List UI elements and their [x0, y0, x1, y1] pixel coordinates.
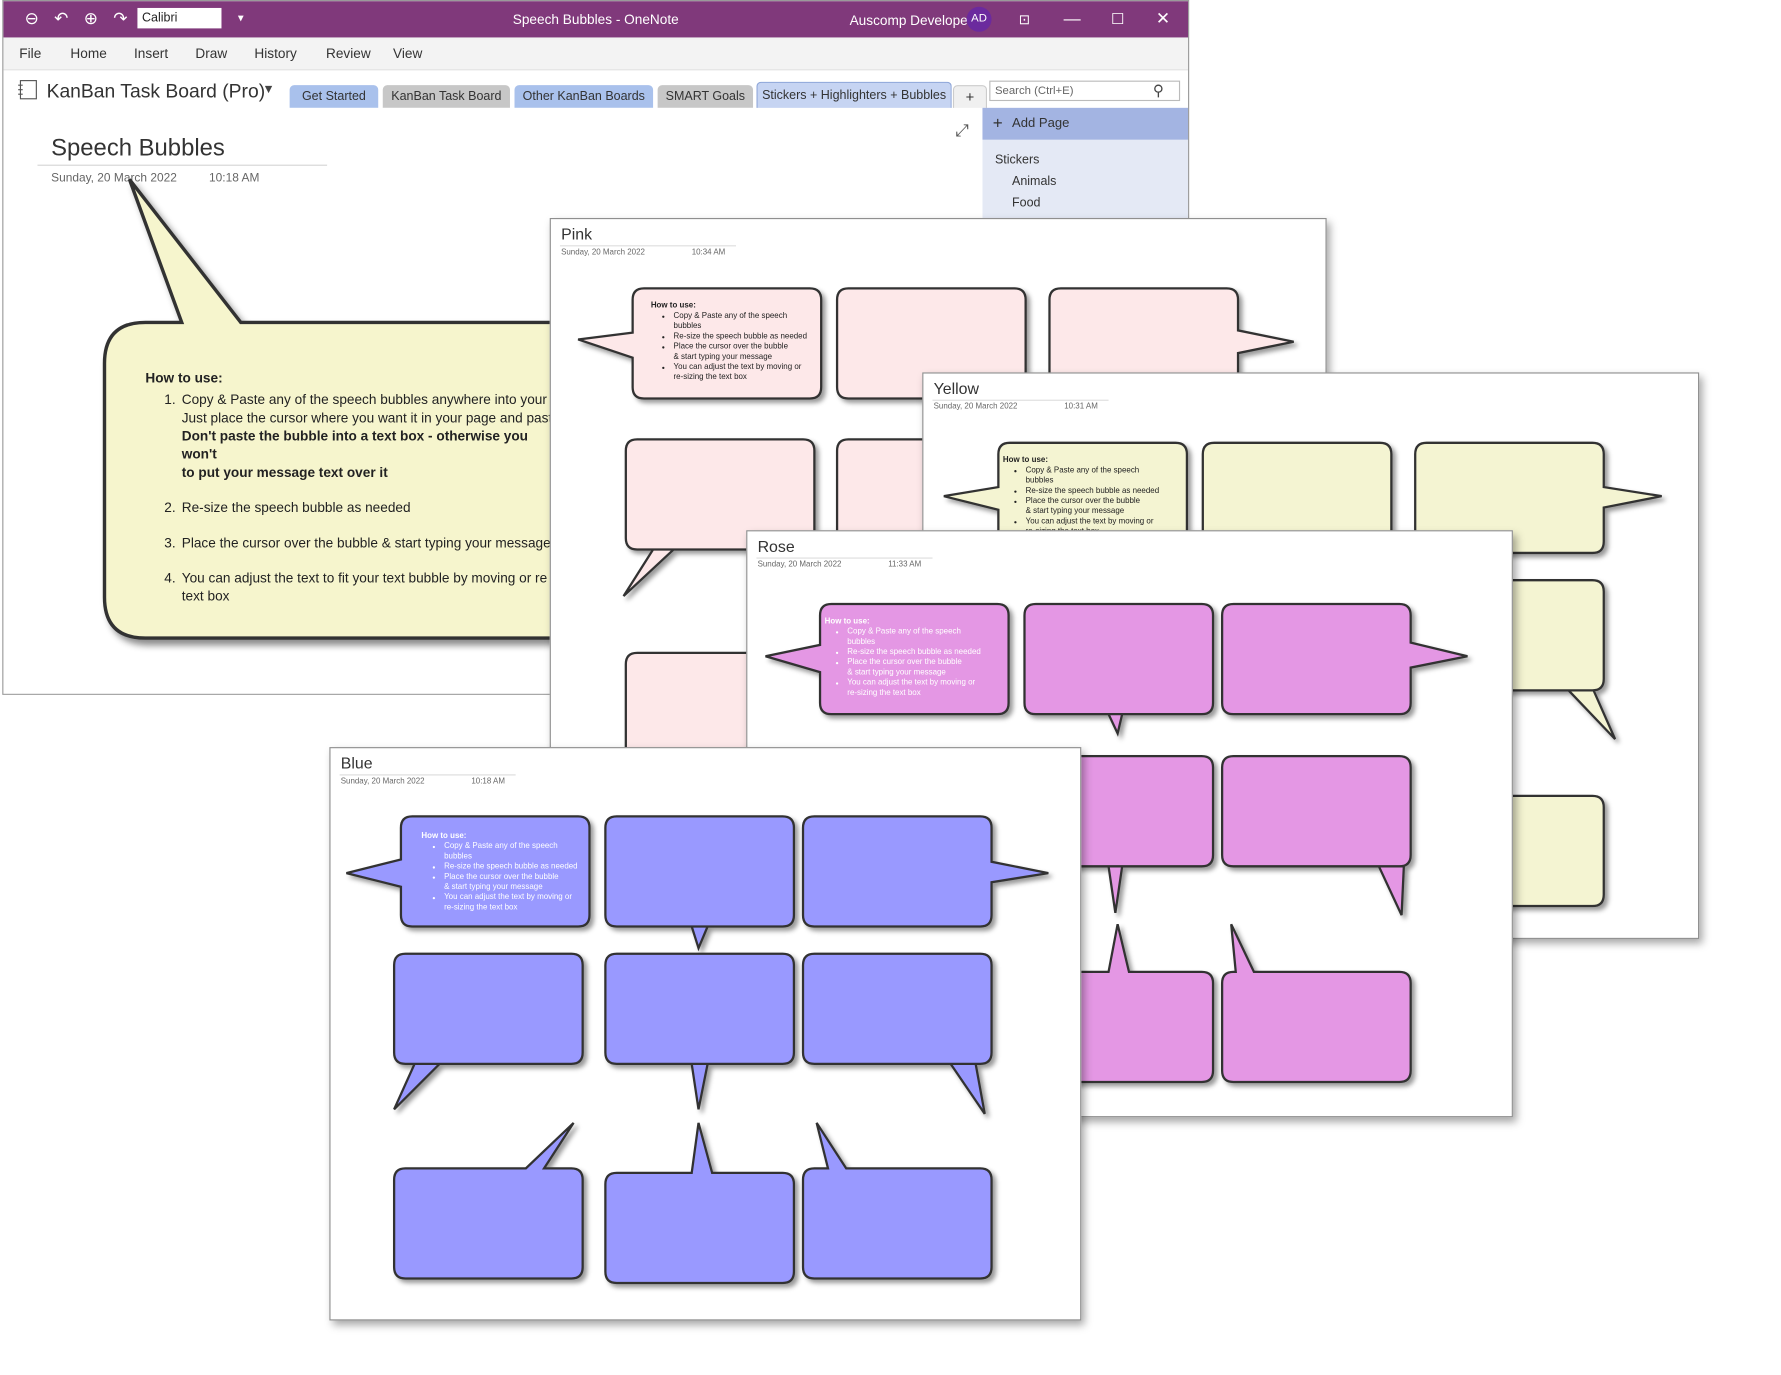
mini-howto: How to use:Copy & Paste any of the speec… — [1003, 455, 1185, 537]
mini-howto-item: You can adjust the text by moving orre-s… — [847, 678, 1006, 698]
mini-howto-title: How to use: — [824, 617, 870, 626]
mini-howto-item: Re-size the speech bubble as needed — [444, 862, 603, 872]
mini-howto-title: How to use: — [650, 302, 696, 310]
mini-howto-item: You can adjust the text by moving orre-s… — [674, 362, 833, 382]
speech-bubble[interactable] — [604, 815, 796, 952]
howto-step: Copy & Paste any of the speech bubbles a… — [179, 391, 565, 482]
mini-howto-item: Copy & Paste any of the speechbubbles — [1026, 466, 1185, 486]
speech-bubble[interactable] — [604, 952, 796, 1110]
mini-howto: How to use:Copy & Paste any of the speec… — [421, 831, 603, 913]
mini-howto-item: Place the cursor over the bubble& start … — [1026, 496, 1185, 516]
mini-howto-title: How to use: — [1002, 456, 1048, 465]
mini-howto-title: How to use: — [421, 832, 467, 841]
mini-howto-item: Place the cursor over the bubble& start … — [674, 342, 833, 362]
mini-howto-item: Re-size the speech bubble as needed — [1026, 486, 1185, 496]
speech-bubble[interactable] — [1023, 602, 1215, 737]
mini-howto-item: Re-size the speech bubble as needed — [847, 647, 1006, 657]
mini-howto-item: Re-size the speech bubble as needed — [674, 332, 833, 342]
howto-step: Re-size the speech bubble as needed — [179, 498, 565, 516]
mini-howto-item: Copy & Paste any of the speechbubbles — [444, 841, 603, 861]
speech-bubble[interactable] — [392, 952, 584, 1111]
sheet-blue[interactable]: Blue Sunday, 20 March 2022 10:18 AM How … — [329, 747, 1082, 1321]
mini-howto-item: Place the cursor over the bubble& start … — [444, 872, 603, 892]
howto-step: Place the cursor over the bubble & start… — [179, 534, 565, 552]
mini-howto-item: You can adjust the text by moving orre-s… — [444, 892, 603, 912]
speech-bubble[interactable] — [392, 1122, 584, 1280]
mini-howto-item: Copy & Paste any of the speechbubbles — [847, 627, 1006, 647]
mini-howto: How to use:Copy & Paste any of the speec… — [825, 617, 1007, 699]
howto-step: You can adjust the text to fit your text… — [179, 569, 565, 605]
mini-howto-item: Place the cursor over the bubble& start … — [847, 657, 1006, 677]
speech-bubble[interactable] — [801, 1122, 993, 1280]
speech-bubble[interactable] — [1220, 755, 1412, 916]
speech-bubble[interactable] — [801, 952, 993, 1115]
speech-bubble[interactable] — [1220, 923, 1412, 1084]
speech-bubble[interactable] — [604, 1122, 796, 1285]
mini-howto-item: Copy & Paste any of the speechbubbles — [674, 311, 833, 331]
speech-bubble[interactable] — [801, 815, 1049, 928]
howto-title: How to use: — [145, 370, 223, 387]
big-bubble-instructions[interactable]: How to use: Copy & Paste any of the spee… — [145, 369, 565, 622]
speech-bubble[interactable] — [1220, 602, 1468, 716]
mini-howto: How to use:Copy & Paste any of the speec… — [651, 301, 833, 383]
